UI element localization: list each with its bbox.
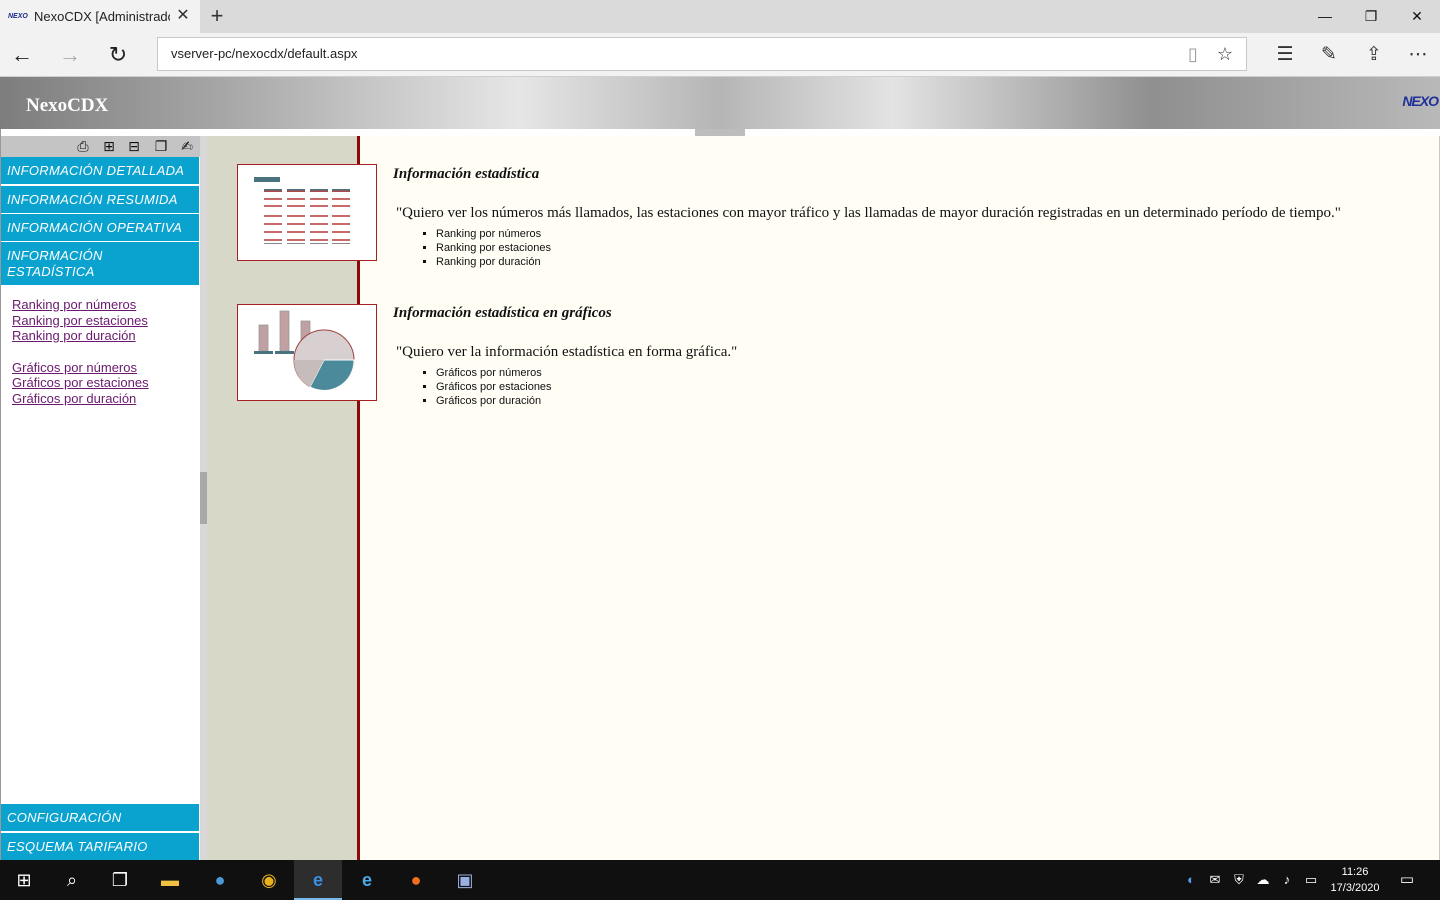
remote-desktop-icon[interactable]: ▣	[441, 860, 489, 900]
close-window-icon[interactable]: ✕	[1394, 0, 1440, 33]
menu-esquema-tarifario[interactable]: ESQUEMA TARIFARIO	[1, 833, 199, 861]
close-tab-icon[interactable]: ✕	[174, 7, 192, 25]
frame-divider-grip[interactable]	[200, 472, 207, 524]
restore-icon[interactable]: ❐	[1348, 0, 1394, 33]
menu-informacion-resumida[interactable]: INFORMACIÓN RESUMIDA	[1, 186, 199, 214]
notifications-icon[interactable]: ▭	[1398, 871, 1416, 889]
table-report-icon[interactable]	[237, 164, 377, 261]
windows-taskbar: ⊞ ⌕ ❐ ▬ ● ◉ e e ● ▣ ◐ ✉ ⛨ ☁ ♪ ▭ 11:26 17…	[0, 860, 1440, 900]
list-item: Gráficos por estaciones	[436, 380, 552, 394]
search-icon[interactable]: ⌕	[48, 860, 96, 900]
nexo-logo: NEXO	[1402, 93, 1439, 109]
link-graficos-numeros[interactable]: Gráficos por números	[12, 360, 137, 375]
minimize-icon[interactable]: —	[1302, 0, 1348, 33]
expand-rows-icon[interactable]: ⊟	[124, 138, 144, 155]
new-tab-icon[interactable]: +	[204, 4, 230, 30]
taskbar-clock[interactable]: 11:26 17/3/2020	[1322, 864, 1388, 896]
mail-app-icon[interactable]: ●	[196, 860, 244, 900]
clock-date: 17/3/2020	[1330, 882, 1380, 894]
address-field[interactable]: vserver-pc/nexocdx/default.aspx ▯ ☆	[157, 37, 1247, 71]
chart-report-icon[interactable]	[237, 304, 377, 401]
link-ranking-estaciones[interactable]: Ranking por estaciones	[12, 313, 148, 328]
task-view-icon[interactable]: ❐	[96, 860, 144, 900]
help-book-icon[interactable]: ✍	[177, 138, 197, 155]
web-note-icon[interactable]: ✎	[1311, 39, 1347, 71]
nexo-favicon-icon: NEXO	[8, 12, 28, 20]
frame-splitter-handle[interactable]	[695, 129, 745, 136]
app-title: NexoCDX	[26, 95, 109, 116]
windows-start-icon[interactable]: ⊞	[0, 860, 48, 900]
share-icon[interactable]: ⇪	[1356, 39, 1392, 71]
refresh-icon[interactable]: ↻	[102, 39, 134, 71]
section-title-graficos: Información estadística en gráficos	[393, 305, 612, 321]
manual-icon[interactable]: ❐	[151, 138, 171, 155]
star-icon[interactable]: ☆	[1210, 38, 1240, 70]
list-item: Gráficos por números	[436, 366, 552, 380]
forward-arrow-icon[interactable]: →	[54, 39, 86, 71]
link-ranking-duracion[interactable]: Ranking por duración	[12, 328, 136, 343]
security-shield-icon[interactable]: ⛨	[1230, 871, 1248, 889]
file-explorer-icon[interactable]: ▬	[146, 860, 194, 900]
app-banner: NexoCDX NEXO	[0, 77, 1440, 129]
menu-informacion-operativa[interactable]: INFORMACIÓN OPERATIVA	[1, 214, 199, 242]
section-list-graficos: Gráficos por números Gráficos por estaci…	[436, 366, 552, 408]
section-list-estadistica: Ranking por números Ranking por estacion…	[436, 227, 551, 269]
link-graficos-duracion[interactable]: Gráficos por duración	[12, 391, 136, 406]
menu-toolbar: ⎙ ⊞ ⊟ ❐ ✍	[1, 136, 201, 157]
tab-title: NexoCDX [Administrador]	[34, 9, 170, 24]
print-icon[interactable]: ⎙	[73, 138, 93, 155]
network-icon[interactable]: ▭	[1302, 871, 1320, 889]
section-quote-graficos: "Quiero ver la información estadística e…	[396, 344, 738, 360]
firefox-icon[interactable]: ●	[392, 860, 440, 900]
internet-explorer-icon[interactable]: e	[343, 860, 391, 900]
clock-time: 11:26	[1341, 866, 1369, 878]
volume-icon[interactable]: ♪	[1278, 871, 1296, 889]
back-arrow-icon[interactable]: ←	[6, 39, 38, 71]
browser-tab[interactable]: NEXO NexoCDX [Administrador] ✕	[0, 0, 200, 33]
more-icon[interactable]: ⋯	[1400, 39, 1436, 71]
browser-tab-bar: NEXO NexoCDX [Administrador] ✕ + — ❐ ✕	[0, 0, 1440, 33]
reading-view-icon[interactable]: ▯	[1178, 38, 1208, 70]
section-quote-estadistica: "Quiero ver los números más llamados, la…	[396, 205, 1341, 221]
teamviewer-icon[interactable]: ◐	[1182, 871, 1200, 889]
chrome-icon[interactable]: ◉	[245, 860, 293, 900]
section-title-estadistica: Información estadística	[393, 166, 540, 182]
list-item: Gráficos por duración	[436, 394, 552, 408]
url-text[interactable]: vserver-pc/nexocdx/default.aspx	[171, 38, 357, 70]
list-item: Ranking por duración	[436, 255, 551, 269]
edge-icon[interactable]: e	[294, 860, 342, 900]
hub-icon[interactable]: ☰	[1267, 39, 1303, 71]
mail-tray-icon[interactable]: ✉	[1206, 871, 1224, 889]
link-graficos-estaciones[interactable]: Gráficos por estaciones	[12, 375, 149, 390]
link-ranking-numeros[interactable]: Ranking por números	[12, 297, 136, 312]
menu-informacion-estadistica[interactable]: INFORMACIÓN ESTADÍSTICA	[1, 242, 199, 286]
expand-columns-icon[interactable]: ⊞	[99, 138, 119, 155]
menu-configuracion[interactable]: CONFIGURACIÓN	[1, 804, 199, 832]
menu-informacion-detallada[interactable]: INFORMACIÓN DETALLADA	[1, 157, 199, 185]
cloud-icon[interactable]: ☁	[1254, 871, 1272, 889]
content-frame: Información estadística "Quiero ver los …	[207, 136, 1440, 860]
list-item: Ranking por estaciones	[436, 241, 551, 255]
list-item: Ranking por números	[436, 227, 551, 241]
address-toolbar: ← → ↻ vserver-pc/nexocdx/default.aspx ▯ …	[0, 33, 1440, 77]
left-menu: ⎙ ⊞ ⊟ ❐ ✍ INFORMACIÓN DETALLADA INFORMAC…	[0, 129, 201, 861]
